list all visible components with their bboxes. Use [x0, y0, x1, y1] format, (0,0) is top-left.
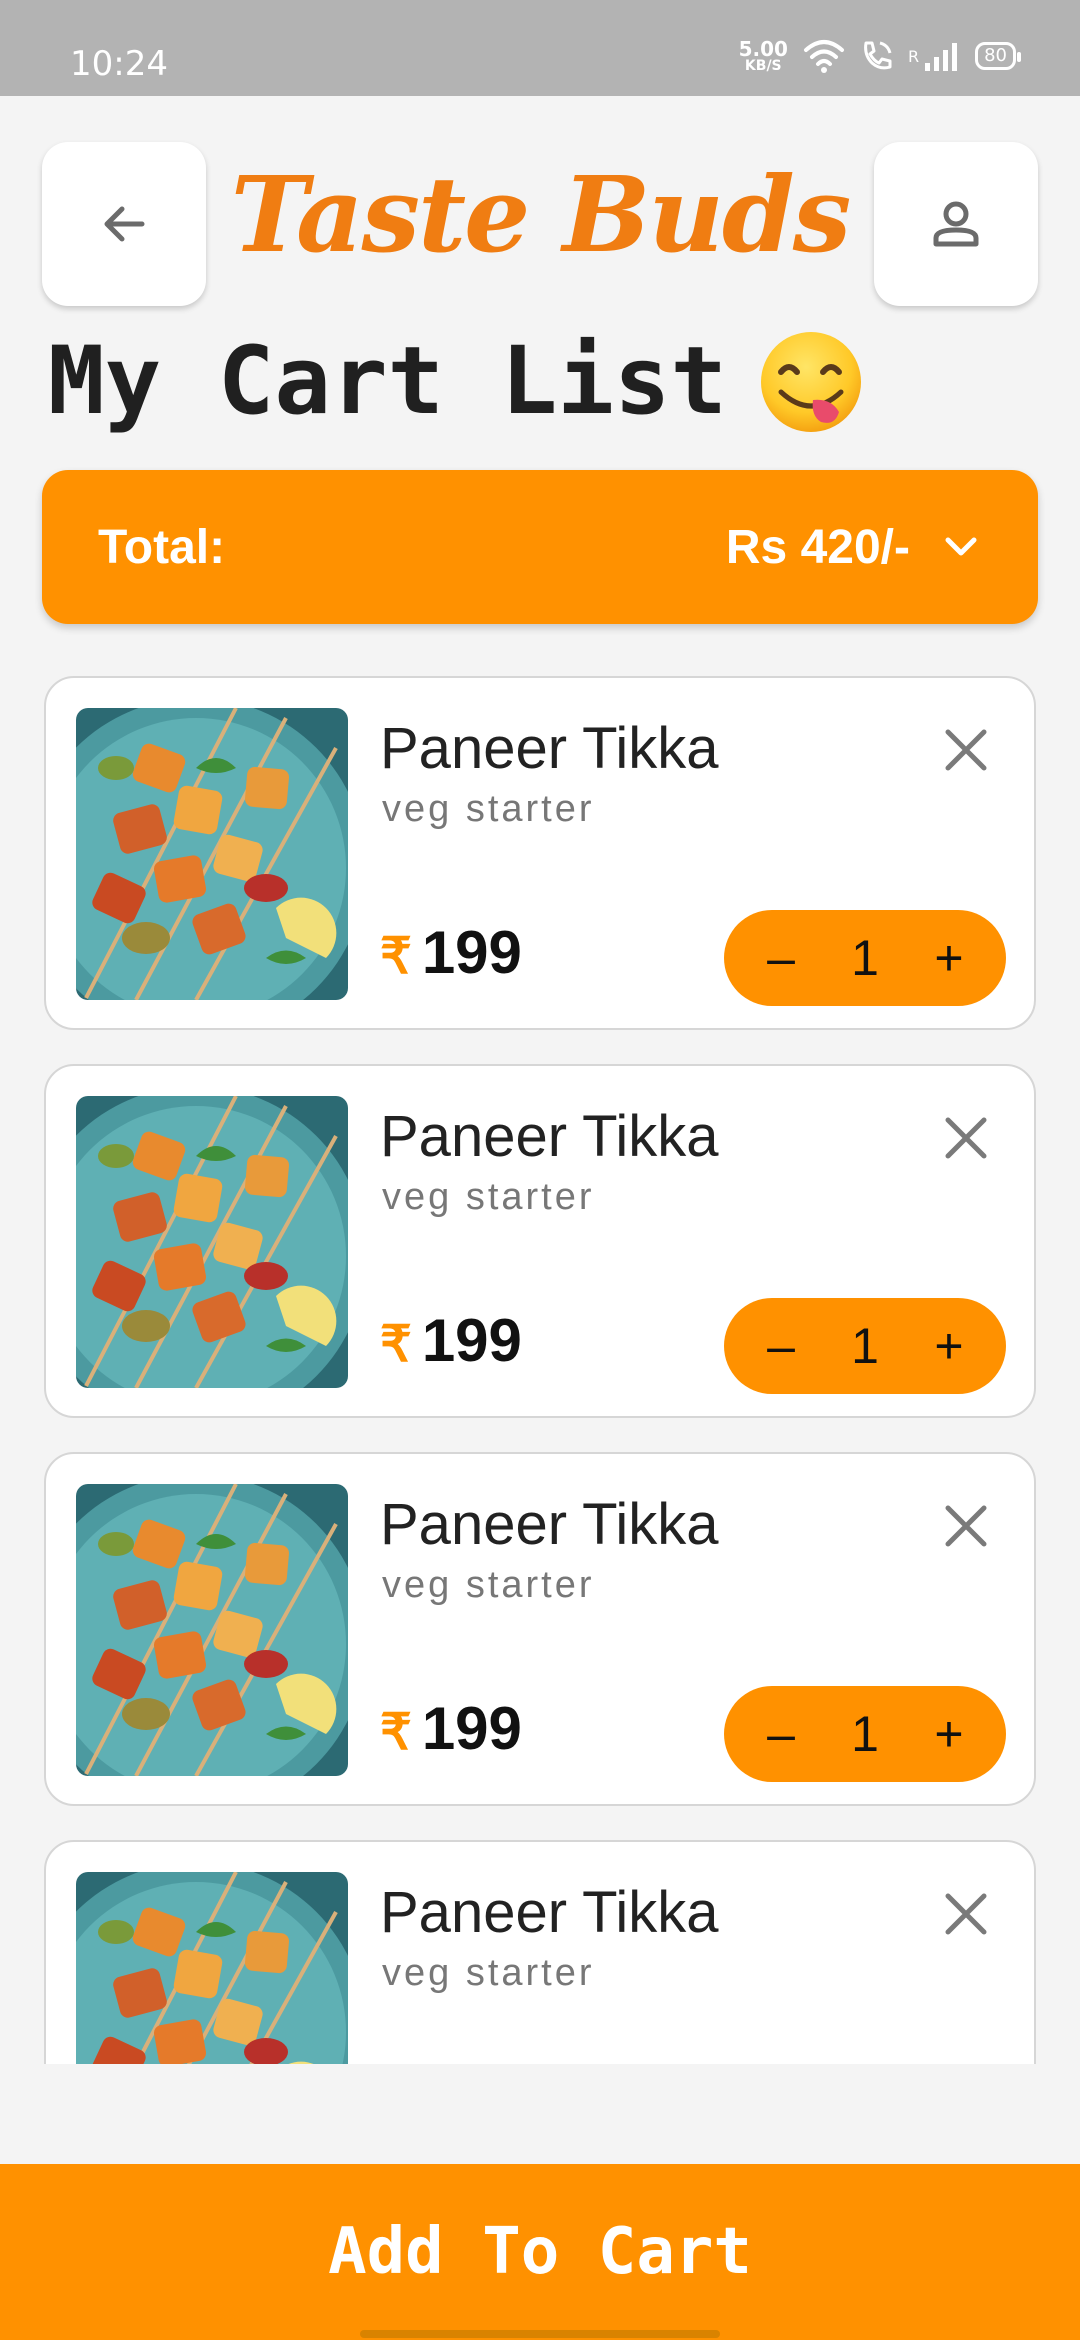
close-icon[interactable] [938, 1886, 994, 1942]
quantity-value: 1 [851, 1706, 879, 1762]
add-to-cart-button[interactable]: Add To Cart [0, 2164, 1080, 2340]
price-value: 199 [421, 919, 522, 986]
home-indicator[interactable] [360, 2330, 720, 2338]
yum-face-emoji [761, 332, 862, 432]
arrow-left-icon [104, 206, 145, 242]
food-image [76, 1484, 348, 1776]
quantity-value: 1 [851, 930, 879, 986]
network-speed-value: 5.00 [738, 37, 788, 61]
rupee-icon: ₹ [380, 1704, 412, 1760]
decrement-button[interactable]: – [764, 1705, 798, 1763]
page-title-text: My Cart List [48, 327, 728, 436]
profile-button[interactable] [874, 142, 1038, 306]
quantity-stepper: – 1 + [724, 1686, 1006, 1782]
close-icon[interactable] [938, 1110, 994, 1166]
quantity-value: 1 [851, 1318, 879, 1374]
close-icon[interactable] [938, 722, 994, 778]
food-image [76, 1096, 348, 1388]
item-price: ₹ 199 [380, 1306, 522, 1375]
item-category: veg starter [382, 1176, 595, 1218]
cart-item: Paneer Tikka veg starter ₹ 199 – 1 + [44, 1064, 1036, 1418]
decrement-button[interactable]: – [764, 1317, 798, 1375]
item-category: veg starter [382, 788, 595, 830]
signal-icon [925, 43, 958, 71]
rupee-icon: ₹ [380, 928, 412, 984]
brand-logo: Taste Buds [230, 153, 852, 276]
page-title: My Cart List [48, 322, 865, 442]
food-image [76, 1872, 348, 2064]
increment-button[interactable]: + [932, 1705, 966, 1763]
item-category: veg starter [382, 1952, 595, 1994]
item-category: veg starter [382, 1564, 595, 1606]
status-bar: 10:24 5.00 KB/S R 80 [0, 0, 1080, 96]
item-name: Paneer Tikka [380, 1880, 719, 1945]
cart-list[interactable]: Paneer Tikka veg starter ₹ 199 – 1 + Pan… [44, 676, 1036, 2064]
food-image [76, 708, 348, 1000]
network-speed-unit: KB/S [744, 58, 782, 74]
item-name: Paneer Tikka [380, 1492, 719, 1557]
chevron-down-icon [945, 537, 977, 556]
wifi-icon [803, 40, 844, 73]
item-name: Paneer Tikka [380, 1104, 719, 1169]
total-label: Total: [98, 520, 226, 574]
item-name: Paneer Tikka [380, 716, 719, 781]
cart-item: Paneer Tikka veg starter ₹ 199 – 1 + [44, 1452, 1036, 1806]
close-icon[interactable] [938, 1498, 994, 1554]
increment-button[interactable]: + [932, 929, 966, 987]
item-price: ₹ 199 [380, 1694, 522, 1763]
quantity-stepper: – 1 + [724, 1298, 1006, 1394]
wifi-calling-icon [864, 41, 892, 70]
total-amount: Rs 420/- [725, 520, 910, 574]
cart-item: Paneer Tikka veg starter ₹ 199 – 1 + [44, 1840, 1036, 2064]
total-expand-toggle[interactable] [940, 526, 982, 568]
battery-indicator: 80 [975, 42, 1021, 70]
price-value: 199 [421, 1695, 522, 1762]
status-time: 10:24 [70, 44, 168, 84]
total-bar[interactable]: Total: Rs 420/- [42, 470, 1038, 624]
roaming-indicator: R [907, 46, 920, 66]
network-speed: 5.00 KB/S [739, 39, 788, 73]
rupee-icon: ₹ [380, 1316, 412, 1372]
price-value: 199 [421, 1307, 522, 1374]
cart-item: Paneer Tikka veg starter ₹ 199 – 1 + [44, 676, 1036, 1030]
decrement-button[interactable]: – [764, 929, 798, 987]
quantity-stepper: – 1 + [724, 910, 1006, 1006]
back-button[interactable] [42, 142, 206, 306]
status-icons: 5.00 KB/S R 80 [739, 38, 1021, 74]
increment-button[interactable]: + [932, 1317, 966, 1375]
person-icon [933, 201, 979, 247]
item-price: ₹ 199 [380, 918, 522, 987]
